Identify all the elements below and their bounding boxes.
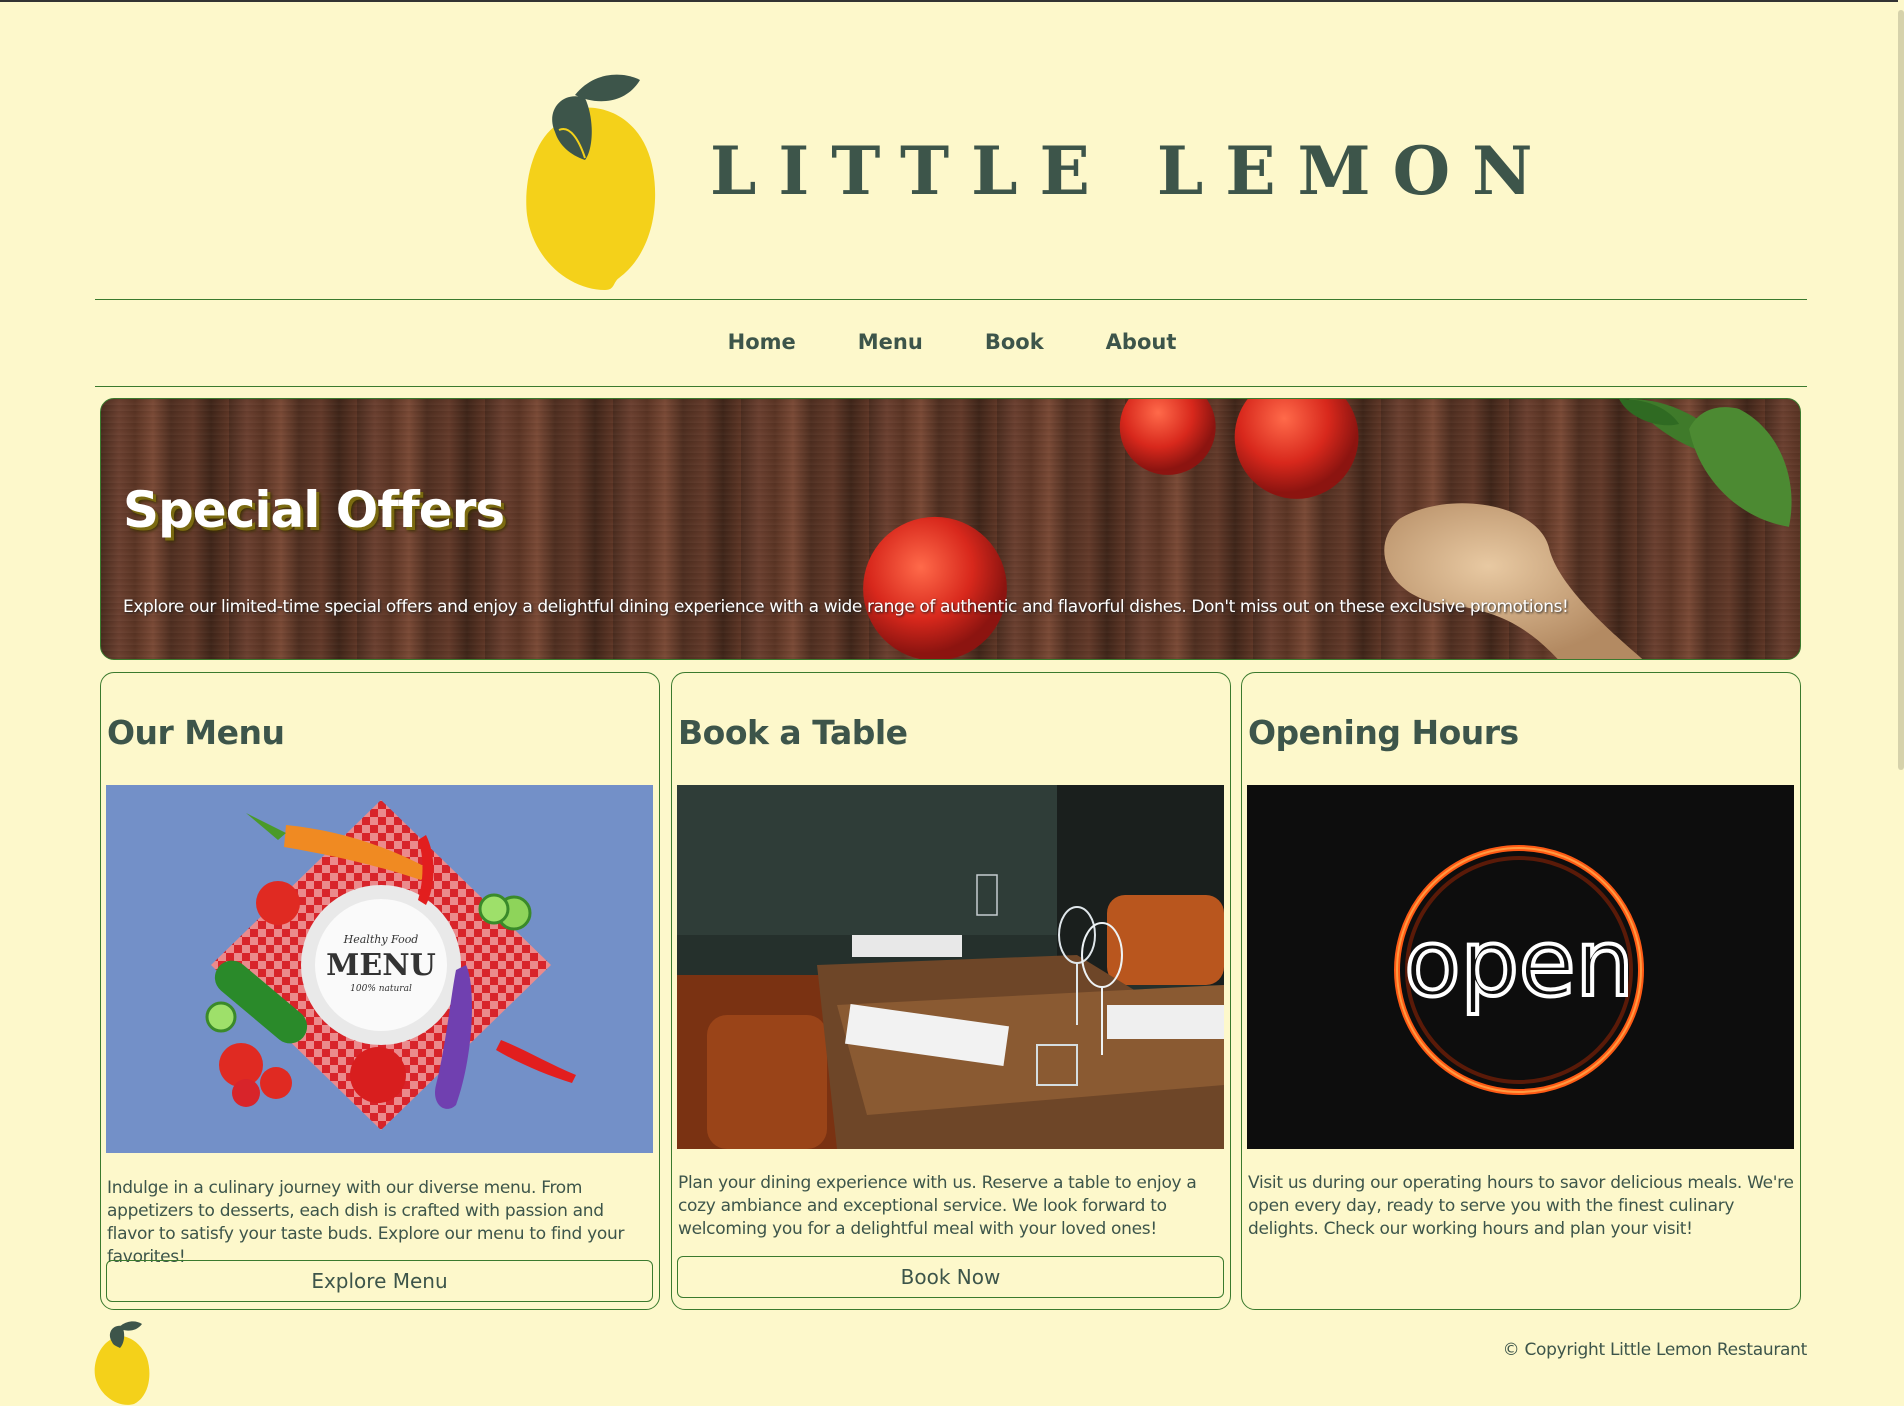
card-title: Opening Hours xyxy=(1248,713,1519,752)
book-now-button[interactable]: Book Now xyxy=(677,1256,1224,1298)
card-title: Book a Table xyxy=(678,713,908,752)
neon-open-sign: open xyxy=(1247,785,1794,1149)
scrollbar-thumb[interactable] xyxy=(1898,10,1904,770)
scrollbar[interactable] xyxy=(1898,0,1904,1406)
main-nav: Home Menu Book About xyxy=(0,330,1904,354)
hero-title: Special Offers xyxy=(123,481,505,539)
svg-text:open: open xyxy=(1404,910,1634,1017)
svg-text:100% natural: 100% natural xyxy=(350,984,412,994)
nav-link-book[interactable]: Book xyxy=(985,330,1044,354)
card-opening-hours: Opening Hours open Visit us during our o… xyxy=(1241,672,1801,1310)
card-book-a-table: Book a Table Plan your dining experience… xyxy=(671,672,1231,1310)
card-our-menu: Our Menu Healthy Food MENU 100% natural xyxy=(100,672,660,1310)
open-sign-image: open xyxy=(1247,785,1794,1149)
footer-lemon-logo-icon[interactable] xyxy=(92,1318,152,1406)
brand-title: LITTLE LEMON xyxy=(710,132,1555,210)
copyright-text: © Copyright Little Lemon Restaurant xyxy=(1502,1340,1808,1360)
hero-description: Explore our limited-time special offers … xyxy=(123,597,1569,617)
menu-image: Healthy Food MENU 100% natural xyxy=(106,785,653,1153)
menu-illustration: Healthy Food MENU 100% natural xyxy=(205,800,576,1130)
card-title: Our Menu xyxy=(107,713,285,752)
restaurant-photo xyxy=(677,785,1224,1149)
nav-link-about[interactable]: About xyxy=(1106,330,1177,354)
explore-menu-button[interactable]: Explore Menu xyxy=(106,1260,653,1302)
restaurant-image xyxy=(677,785,1224,1149)
card-description: Plan your dining experience with us. Res… xyxy=(678,1173,1197,1239)
nav-link-menu[interactable]: Menu xyxy=(858,330,923,354)
nav-bottom-divider xyxy=(95,386,1807,387)
special-offers-banner: Special Offers Explore our limited-time … xyxy=(100,398,1801,660)
card-description: Indulge in a culinary journey with our d… xyxy=(107,1178,625,1267)
nav-link-home[interactable]: Home xyxy=(728,330,796,354)
top-border-line xyxy=(0,0,1904,2)
lemon-logo-icon[interactable] xyxy=(515,50,665,295)
card-description: Visit us during our operating hours to s… xyxy=(1248,1173,1794,1239)
nav-top-divider xyxy=(95,299,1807,300)
svg-text:Healthy Food: Healthy Food xyxy=(343,933,419,946)
svg-text:MENU: MENU xyxy=(326,948,436,983)
